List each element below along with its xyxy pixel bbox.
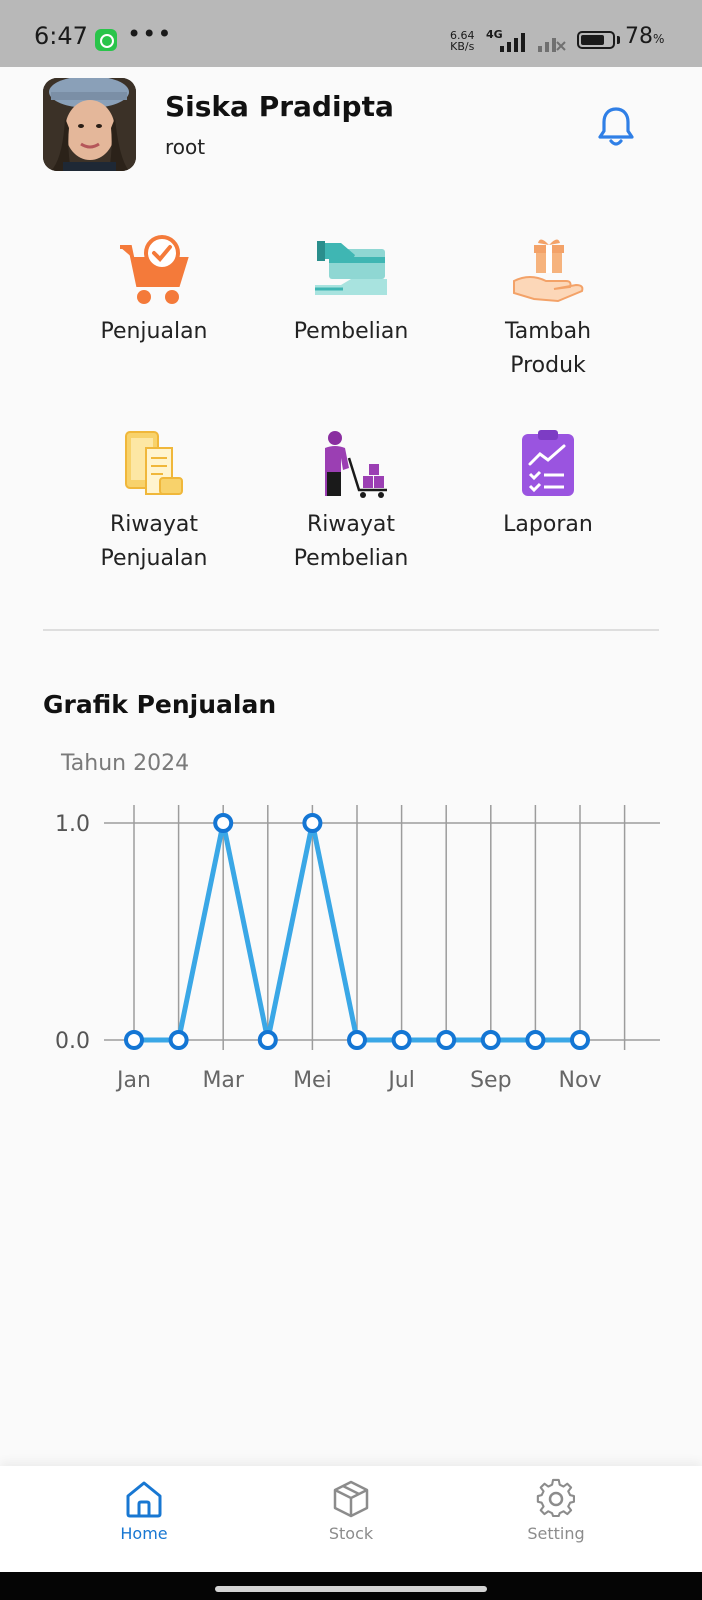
data-point [347,1030,367,1050]
x-tick-label: Sep [470,1068,511,1093]
status-time: 6:47 [34,22,88,50]
menu-label-riwayat-pembelian: Riwayat Pembelian [293,512,409,571]
menu-laporan[interactable]: Laporan [450,428,646,558]
y-tick-label: 1.0 [55,812,90,837]
chart-section-title: Grafik Penjualan [43,690,277,719]
x-tick-label: Nov [559,1068,602,1093]
data-point [525,1030,546,1050]
data-point [302,813,323,833]
battery-percent-value: 78 [625,24,653,49]
nav-home[interactable]: Home [74,1478,214,1543]
delivery-person-icon [325,431,387,498]
data-point [391,1030,412,1050]
menu-tambah-produk[interactable]: Tambah Produk [450,235,646,385]
avatar-photo [43,78,136,171]
nav-setting-label: Setting [527,1524,585,1543]
notification-bell-icon[interactable] [592,103,640,151]
nav-stock[interactable]: Stock [281,1478,421,1543]
menu-riwayat-pembelian[interactable]: Riwayat Pembelian [253,428,449,578]
bottom-navigation: Home Stock Setting [0,1466,702,1572]
gear-icon [536,1478,575,1518]
payment-card-icon [315,241,387,295]
clipboard-report-icon [522,430,574,496]
data-point [213,813,234,833]
menu-pembelian[interactable]: Pembelian [253,235,449,365]
net-speed: 6.64 KB/s [450,30,475,52]
more-icon: ••• [127,20,173,48]
status-bar: 6:47 ••• 6.64 KB/s 4G 78% [0,0,702,67]
nav-setting[interactable]: Setting [486,1478,626,1543]
data-point [436,1030,457,1050]
signal-icon [500,33,525,52]
menu-riwayat-penjualan[interactable]: Riwayat Penjualan [56,428,252,578]
menu-penjualan[interactable]: Penjualan [56,235,252,365]
data-point [480,1030,501,1050]
x-tick-label: Jan [115,1068,151,1093]
avatar[interactable] [43,78,136,171]
x-tick-label: Jul [386,1068,415,1093]
net-speed-unit: KB/s [450,40,475,53]
battery-percent-suffix: % [653,32,665,46]
box-icon [333,1480,369,1518]
menu-label-laporan: Laporan [503,512,593,537]
nav-home-label: Home [120,1524,168,1543]
gift-hand-icon [513,239,584,303]
x-tick-label: Mei [293,1068,332,1093]
menu-label-pembelian: Pembelian [293,319,409,344]
data-point [257,1030,278,1050]
home-icon [126,1481,162,1518]
user-role: root [165,135,206,159]
battery-fill [581,35,604,45]
menu-label-tambah-produk: Tambah Produk [504,319,592,378]
whatsapp-icon [95,29,117,51]
nav-stock-label: Stock [328,1524,374,1543]
divider [43,629,659,631]
chart-title: Tahun 2024 [60,751,189,776]
menu-label-penjualan: Penjualan [100,319,208,344]
user-name: Siska Pradipta [165,90,394,123]
data-point [168,1030,189,1050]
home-indicator[interactable] [215,1586,487,1592]
y-tick-label: 0.0 [55,1029,90,1054]
data-point [124,1030,144,1050]
shopping-cart-icon [120,235,189,304]
sales-line-chart: Tahun 2024 0.0 1.0 Jan Mar Mei Jul Sep Nov [55,751,660,1093]
battery-icon [577,31,615,49]
x-tick-label: Mar [202,1068,244,1093]
battery-cap [617,36,620,44]
signal-off-icon [538,38,566,52]
system-navigation-bar [0,1572,702,1600]
data-point [570,1030,590,1050]
battery-percent: 78% [625,24,664,49]
receipt-phone-icon [125,431,183,495]
menu-label-riwayat-penjualan: Riwayat Penjualan [100,512,208,571]
